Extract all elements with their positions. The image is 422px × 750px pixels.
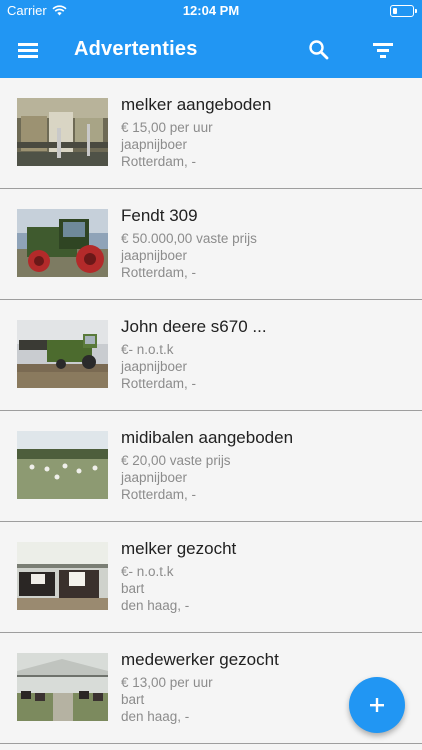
list-item[interactable]: John deere s670 ... €- n.o.t.k jaapnijbo… xyxy=(0,300,422,411)
listing-price: € 13,00 per uur xyxy=(121,675,213,690)
listing-thumbnail xyxy=(17,542,108,610)
listing-seller: jaapnijboer xyxy=(121,359,188,374)
listing-title: midibalen aangeboden xyxy=(121,428,294,447)
listing-price: €- n.o.t.k xyxy=(121,342,174,357)
listing-title: Fendt 309 xyxy=(121,206,198,225)
listing-seller: bart xyxy=(121,692,145,707)
list-item[interactable]: melker gezocht €- n.o.t.k bart den haag,… xyxy=(0,522,422,633)
plus-icon xyxy=(370,698,384,712)
listing-location: Rotterdam, - xyxy=(121,487,197,502)
listing-location: den haag, - xyxy=(121,598,190,613)
listing-location: Rotterdam, - xyxy=(121,376,197,391)
filter-button[interactable] xyxy=(369,36,397,64)
listing-price: € 50.000,00 vaste prijs xyxy=(121,231,257,246)
list-item[interactable]: midibalen aangeboden € 20,00 vaste prijs… xyxy=(0,411,422,522)
listing-seller: bart xyxy=(121,581,145,596)
listing-seller: jaapnijboer xyxy=(121,137,188,152)
listing-title: melker gezocht xyxy=(121,539,237,558)
add-listing-button[interactable] xyxy=(349,677,405,733)
listing-title: medewerker gezocht xyxy=(121,650,279,669)
listing-seller: jaapnijboer xyxy=(121,470,188,485)
listing-thumbnail xyxy=(17,320,108,388)
menu-button[interactable] xyxy=(14,36,42,64)
listing-thumbnail xyxy=(17,431,108,499)
list-item[interactable]: Fendt 309 € 50.000,00 vaste prijs jaapni… xyxy=(0,189,422,300)
status-time: 12:04 PM xyxy=(182,3,240,18)
listings-list: melker aangeboden € 15,00 per uur jaapni… xyxy=(0,78,422,744)
listing-price: €- n.o.t.k xyxy=(121,564,174,579)
app-bar: Carrier 12:04 PM Advertenties xyxy=(0,0,422,78)
listing-location: Rotterdam, - xyxy=(121,265,197,280)
listing-thumbnail xyxy=(17,209,108,277)
listing-seller: jaapnijboer xyxy=(121,248,188,263)
battery-icon xyxy=(390,5,417,17)
listing-price: € 15,00 per uur xyxy=(121,120,213,135)
search-button[interactable] xyxy=(305,36,333,64)
listing-thumbnail xyxy=(17,653,108,721)
search-icon xyxy=(309,40,329,60)
toolbar: Advertenties xyxy=(0,22,422,78)
status-bar: Carrier 12:04 PM xyxy=(0,0,422,22)
listing-title: John deere s670 ... xyxy=(121,317,267,336)
page-title: Advertenties xyxy=(74,38,198,60)
list-item[interactable]: melker aangeboden € 15,00 per uur jaapni… xyxy=(0,78,422,189)
listing-price: € 20,00 vaste prijs xyxy=(121,453,231,468)
listing-location: Rotterdam, - xyxy=(121,154,197,169)
listing-thumbnail xyxy=(17,98,108,166)
listing-title: melker aangeboden xyxy=(121,95,272,114)
listing-location: den haag, - xyxy=(121,709,190,724)
